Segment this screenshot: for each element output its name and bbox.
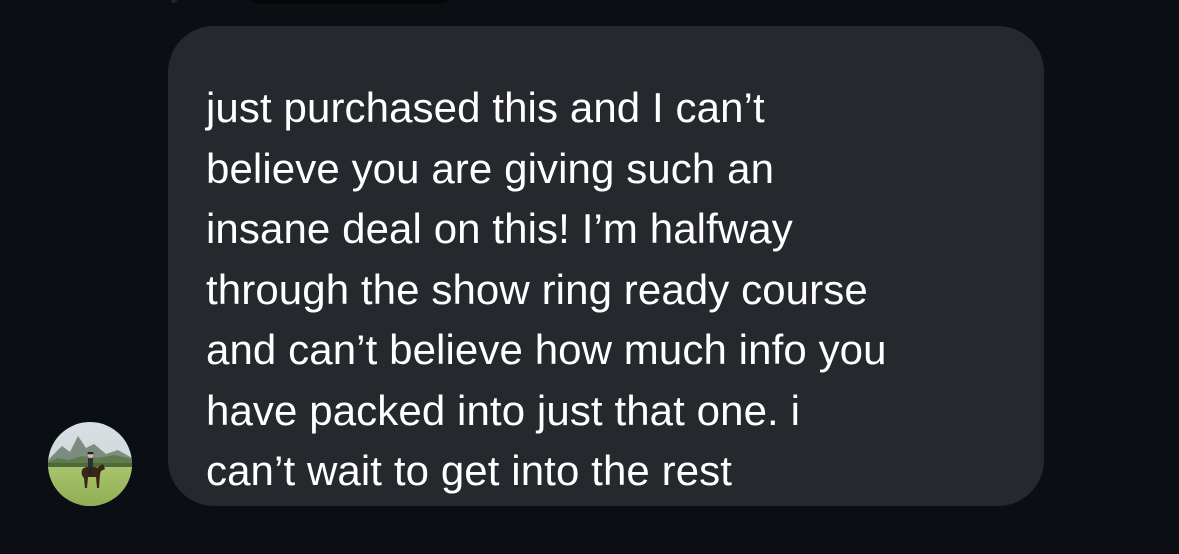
horse-rider-photo-icon	[48, 422, 132, 506]
incoming-message-bubble[interactable]: just purchased this and I can’t believe …	[168, 26, 1044, 506]
incoming-message-row: just purchased this and I can’t believe …	[0, 0, 1179, 554]
sender-avatar[interactable]	[48, 422, 132, 506]
message-text: just purchased this and I can’t believe …	[206, 84, 887, 494]
chat-screen: just purchased this and I can’t believe …	[0, 0, 1179, 554]
